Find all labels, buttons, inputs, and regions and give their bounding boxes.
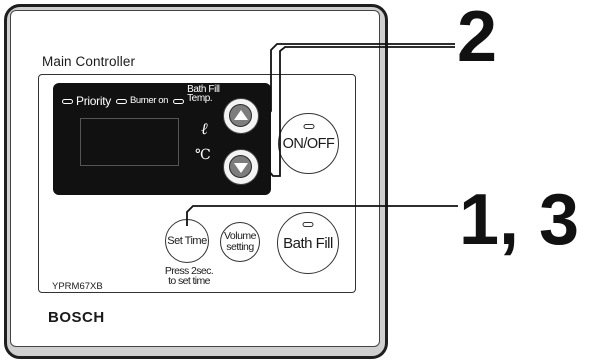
indicator-priority: Priority [62,95,111,107]
bath-fill-led-icon [302,222,314,227]
indicator-led-icon [115,98,127,104]
bath-fill-temp-label: Bath Fill Temp. [187,85,220,104]
indicator-led-icon [173,98,185,104]
set-time-hint: Press 2sec. to set time [162,266,216,287]
indicator-burner-on: Burner on [115,95,169,107]
down-button[interactable] [223,149,259,185]
set-time-label: Set Time [167,235,207,247]
burner-on-label: Burner on [129,95,169,107]
volume-label: Volume setting [224,231,257,253]
up-button-face [229,104,252,127]
indicator-row: Priority Burner on Bath Fill Temp. [62,85,220,107]
triangle-down-icon [233,162,248,173]
on-off-led-icon [303,124,314,129]
up-button[interactable] [223,98,259,134]
set-time-button[interactable]: Set Time [165,219,209,263]
down-button-face [229,155,252,178]
volume-label-line2: setting [226,241,254,253]
hint-line2: to set time [168,275,210,287]
on-off-label: ON/OFF [282,135,335,152]
segment-readout [80,118,179,166]
callout-1-3: 1, 3 [459,180,580,260]
bath-fill-temp-line2: Temp. [187,93,213,104]
on-off-button[interactable]: ON/OFF [278,113,339,174]
triangle-up-icon [233,109,248,120]
liter-unit: ℓ [201,119,208,138]
callout-2: 2 [457,0,498,77]
controller-title: Main Controller [42,54,136,69]
bath-fill-label: Bath Fill [283,234,333,252]
indicator-led-icon [62,98,73,104]
volume-setting-button[interactable]: Volume setting [220,222,260,262]
indicator-bath-fill-temp: Bath Fill Temp. [173,85,220,104]
brand-logo: BOSCH [48,309,105,326]
celsius-unit: ℃ [195,147,211,163]
priority-label: Priority [76,94,111,108]
model-number: YPRM67XB [52,281,103,292]
bath-fill-button[interactable]: Bath Fill [277,212,339,274]
